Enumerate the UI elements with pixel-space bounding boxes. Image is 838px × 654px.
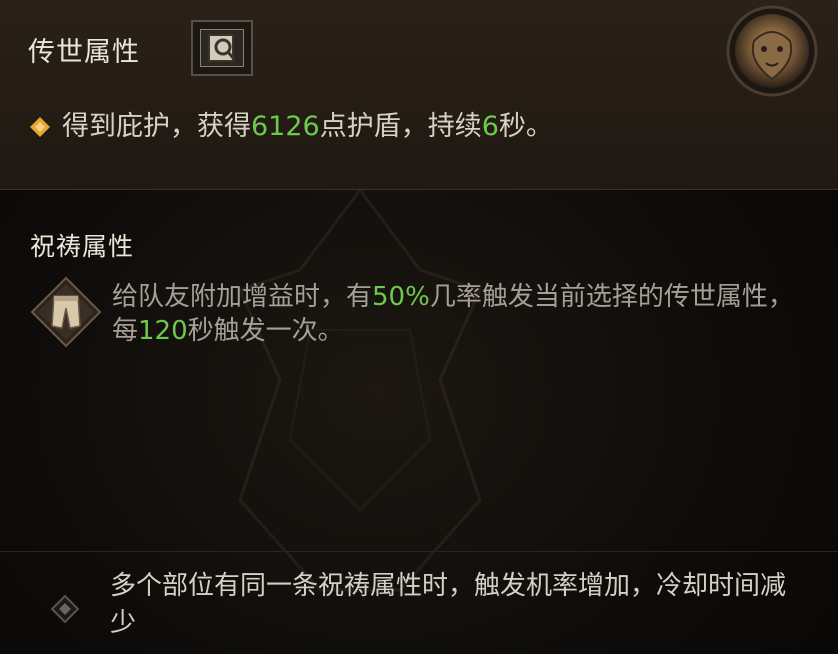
- effect-prefix: 得到庇护，获得: [62, 111, 251, 142]
- legendary-title: 传世属性: [28, 37, 140, 68]
- codex-button[interactable]: [191, 20, 253, 76]
- lion-head-emblem-icon: [726, 5, 818, 97]
- background-artwork: [237, 187, 483, 592]
- gold-diamond-icon: [30, 117, 50, 137]
- trigger-chance: 50%: [372, 282, 430, 312]
- tooltip-panel: 传世属性 得到庇护，获得6126点护盾，持续6秒。 祝祷属性 给队友附加增益时，…: [0, 0, 838, 654]
- legendary-section: 传世属性 得到庇护，获得6126点护盾，持续6秒。: [0, 0, 838, 190]
- prayer-title: 祝祷属性: [30, 232, 135, 261]
- grey-diamond-icon: [51, 595, 79, 623]
- cooldown-value: 120: [138, 316, 188, 346]
- pants-icon: [30, 276, 102, 348]
- divider: [0, 551, 838, 552]
- prayer-description: 给队友附加增益时，有50%几率触发当前选择的传世属性，每120秒触发一次。: [112, 280, 802, 348]
- codex-icon: [200, 29, 244, 67]
- stacking-note: 多个部位有同一条祝祷属性时，触发机率增加，冷却时间减少: [110, 571, 787, 638]
- duration-value: 6: [481, 111, 499, 142]
- shield-value: 6126: [251, 111, 320, 142]
- effect-middle: 点护盾，持续: [319, 111, 482, 142]
- effect-suffix: 秒。: [498, 111, 553, 142]
- desc-part1: 给队友附加增益时，有: [112, 282, 373, 312]
- desc-part3: 秒触发一次。: [187, 316, 344, 346]
- legendary-effect: 得到庇护，获得6126点护盾，持续6秒。: [30, 104, 553, 143]
